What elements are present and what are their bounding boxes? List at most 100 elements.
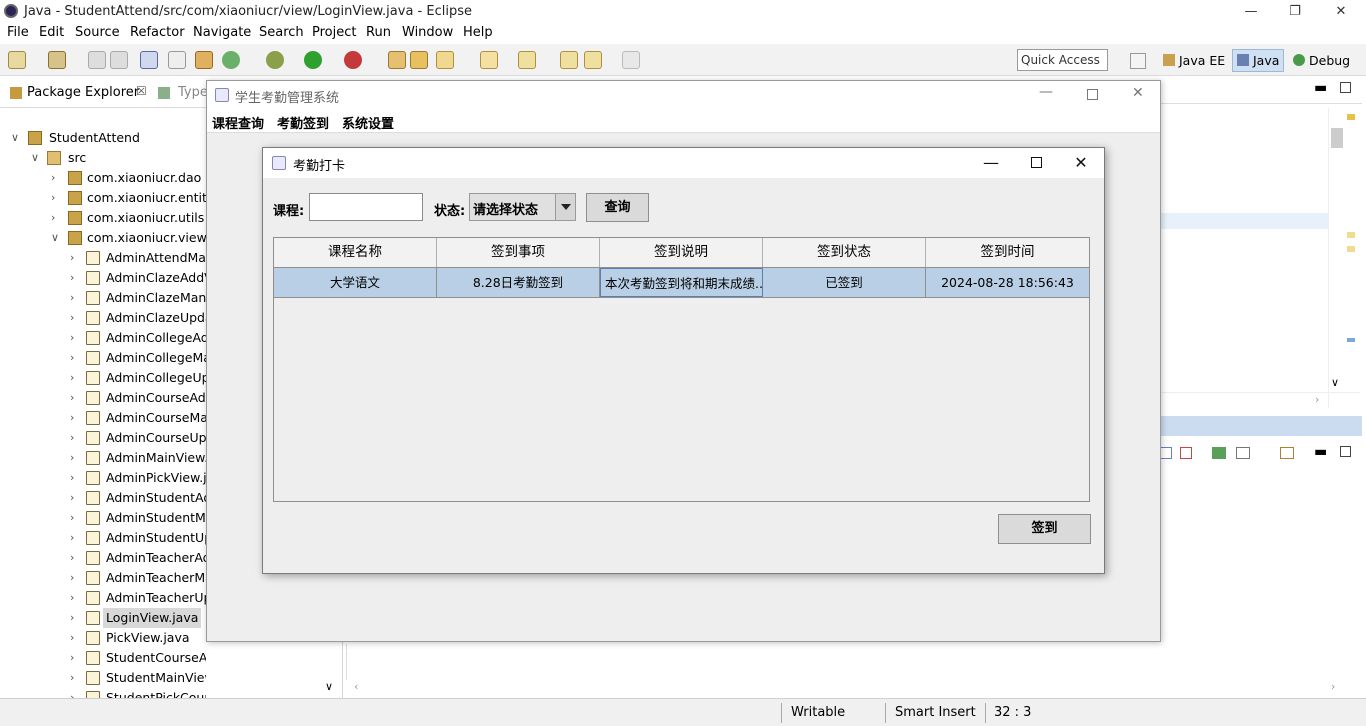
tree-file[interactable]: AdminCourseUpd	[106, 428, 206, 448]
new-package-icon[interactable]	[48, 51, 66, 69]
tree-file[interactable]: StudentCourseAllView.java	[106, 648, 206, 668]
table-row[interactable]: 大学语文 8.28日考勤签到 本次考勤签到将和期末成绩... 已签到 2024-…	[274, 268, 1089, 298]
menu-refactor[interactable]: Refactor	[130, 25, 185, 40]
menu-project[interactable]: Project	[312, 25, 356, 40]
forward-icon[interactable]	[622, 51, 640, 69]
dialog-minimize-icon[interactable]: —	[976, 151, 1006, 175]
expand-arrow-icon[interactable]: ›	[70, 568, 74, 588]
tree-src[interactable]: src	[68, 148, 86, 168]
scroll-right-icon[interactable]: ›	[1315, 393, 1319, 406]
expand-arrow-icon[interactable]: ›	[70, 388, 74, 408]
column-header[interactable]: 签到说明	[600, 238, 763, 267]
table-cell[interactable]: 2024-08-28 18:56:43	[926, 268, 1089, 297]
tree-file[interactable]: AdminStudentMa	[106, 508, 206, 528]
perspective-debug[interactable]: Debug	[1293, 53, 1350, 68]
minimize-view-icon[interactable]: ▬	[1314, 80, 1327, 96]
expand-arrow-icon[interactable]: ›	[70, 308, 74, 328]
query-button[interactable]: 查询	[586, 193, 649, 222]
expand-arrow-icon[interactable]: ›	[70, 508, 74, 528]
tree-file[interactable]: AdminCollegeAdd	[106, 328, 206, 348]
expand-arrow-icon[interactable]: ›	[70, 408, 74, 428]
last-edit-icon[interactable]	[560, 51, 578, 69]
scroll-right-icon[interactable]: ›	[1331, 680, 1335, 693]
run-icon[interactable]	[304, 51, 322, 69]
menu-file[interactable]: File	[7, 25, 29, 40]
app-maximize-icon[interactable]	[1087, 89, 1098, 100]
expand-arrow-icon[interactable]: ›	[70, 468, 74, 488]
maximize-view-icon[interactable]	[1340, 446, 1351, 457]
close-tab-icon[interactable]: ☒	[136, 84, 147, 98]
display-selected-console-icon[interactable]	[1160, 447, 1172, 459]
menu-source[interactable]: Source	[75, 25, 120, 40]
save-all-icon[interactable]	[110, 51, 128, 69]
close-icon[interactable]: ✕	[1330, 2, 1352, 22]
tab-type-hierarchy[interactable]: Type	[178, 85, 208, 100]
menu-attendance-signin[interactable]: 考勤签到	[277, 113, 329, 132]
menu-search[interactable]: Search	[259, 25, 304, 40]
table-cell[interactable]: 大学语文	[274, 268, 437, 297]
expand-arrow-icon[interactable]: ›	[51, 188, 55, 208]
dialog-maximize-icon[interactable]	[1021, 151, 1051, 175]
console-icon[interactable]	[140, 51, 158, 69]
open-type-icon[interactable]	[388, 51, 406, 69]
tree-project[interactable]: StudentAttend	[49, 128, 140, 148]
expand-arrow-icon[interactable]: ›	[70, 268, 74, 288]
skip-breakpoints-icon[interactable]	[168, 51, 186, 69]
column-header[interactable]: 签到时间	[926, 238, 1089, 267]
collapse-arrow-icon[interactable]: ∨	[31, 148, 39, 168]
expand-arrow-icon[interactable]: ›	[70, 288, 74, 308]
expand-arrow-icon[interactable]: ›	[70, 628, 74, 648]
open-folder-icon[interactable]	[410, 51, 428, 69]
expand-arrow-icon[interactable]: ›	[51, 168, 55, 188]
tree-file[interactable]: AdminStudentUpd	[106, 528, 206, 548]
open-console-icon[interactable]	[1236, 447, 1250, 459]
tree-file[interactable]: AdminTeacherAd	[106, 548, 206, 568]
menu-navigate[interactable]: Navigate	[193, 25, 251, 40]
remove-console-icon[interactable]	[1180, 447, 1192, 459]
editor-vertical-scrollbar[interactable]: ∨	[1328, 108, 1344, 408]
expand-arrow-icon[interactable]: ›	[70, 528, 74, 548]
scroll-down-icon[interactable]: ∨	[1331, 376, 1339, 389]
menu-help[interactable]: Help	[463, 25, 493, 40]
column-header[interactable]: 课程名称	[274, 238, 437, 267]
tree-package[interactable]: com.xiaoniucr.entity	[87, 188, 206, 208]
menu-system-settings[interactable]: 系统设置	[342, 113, 394, 132]
sign-in-button[interactable]: 签到	[998, 514, 1091, 544]
restore-icon[interactable]: ❐	[1284, 2, 1306, 22]
explorer-scroll-down-icon[interactable]: ∨	[325, 680, 333, 693]
save-icon[interactable]	[88, 51, 106, 69]
tree-file[interactable]: AdminClazeAddV	[106, 268, 206, 288]
course-input[interactable]	[309, 193, 423, 221]
tree-file[interactable]: AdminPickView.ja	[106, 468, 206, 488]
state-select[interactable]: 请选择状态	[469, 193, 576, 221]
expand-arrow-icon[interactable]: ›	[70, 428, 74, 448]
collapse-arrow-icon[interactable]: ∨	[11, 128, 19, 148]
dialog-close-icon[interactable]: ✕	[1066, 151, 1096, 175]
settings-icon[interactable]	[266, 51, 284, 69]
nav-up-icon[interactable]	[518, 51, 536, 69]
pin-console-icon[interactable]	[1212, 447, 1226, 459]
tree-file[interactable]: AdminTeacherMa	[106, 568, 206, 588]
column-header[interactable]: 签到事项	[437, 238, 600, 267]
tree-file[interactable]: AdminCourseMan	[106, 408, 206, 428]
expand-arrow-icon[interactable]: ›	[51, 208, 55, 228]
dropdown-arrow-icon[interactable]	[555, 194, 575, 220]
minimize-icon[interactable]: —	[1240, 2, 1262, 22]
tree-file[interactable]: AdminClazeMana	[106, 288, 206, 308]
perspective-java[interactable]: Java	[1232, 49, 1285, 72]
tree-file[interactable]: AdminTeacherUp	[106, 588, 206, 608]
debug-icon[interactable]	[344, 51, 362, 69]
tree-package[interactable]: com.xiaoniucr.utils	[87, 208, 204, 228]
minimize-view-icon[interactable]: ▬	[1314, 444, 1327, 460]
expand-arrow-icon[interactable]: ›	[70, 248, 74, 268]
expand-arrow-icon[interactable]: ›	[70, 328, 74, 348]
tree-file[interactable]: AdminCollegeMa	[106, 348, 206, 368]
column-header[interactable]: 签到状态	[763, 238, 926, 267]
maximize-view-icon[interactable]	[1340, 82, 1351, 93]
table-cell[interactable]: 已签到	[763, 268, 926, 297]
tree-file[interactable]: PickView.java	[106, 628, 190, 648]
perspective-java-ee[interactable]: Java EE	[1163, 53, 1225, 68]
pen-icon[interactable]	[436, 51, 454, 69]
new-console-icon[interactable]	[1280, 447, 1294, 459]
tree-file[interactable]: AdminCollegeUpd	[106, 368, 206, 388]
